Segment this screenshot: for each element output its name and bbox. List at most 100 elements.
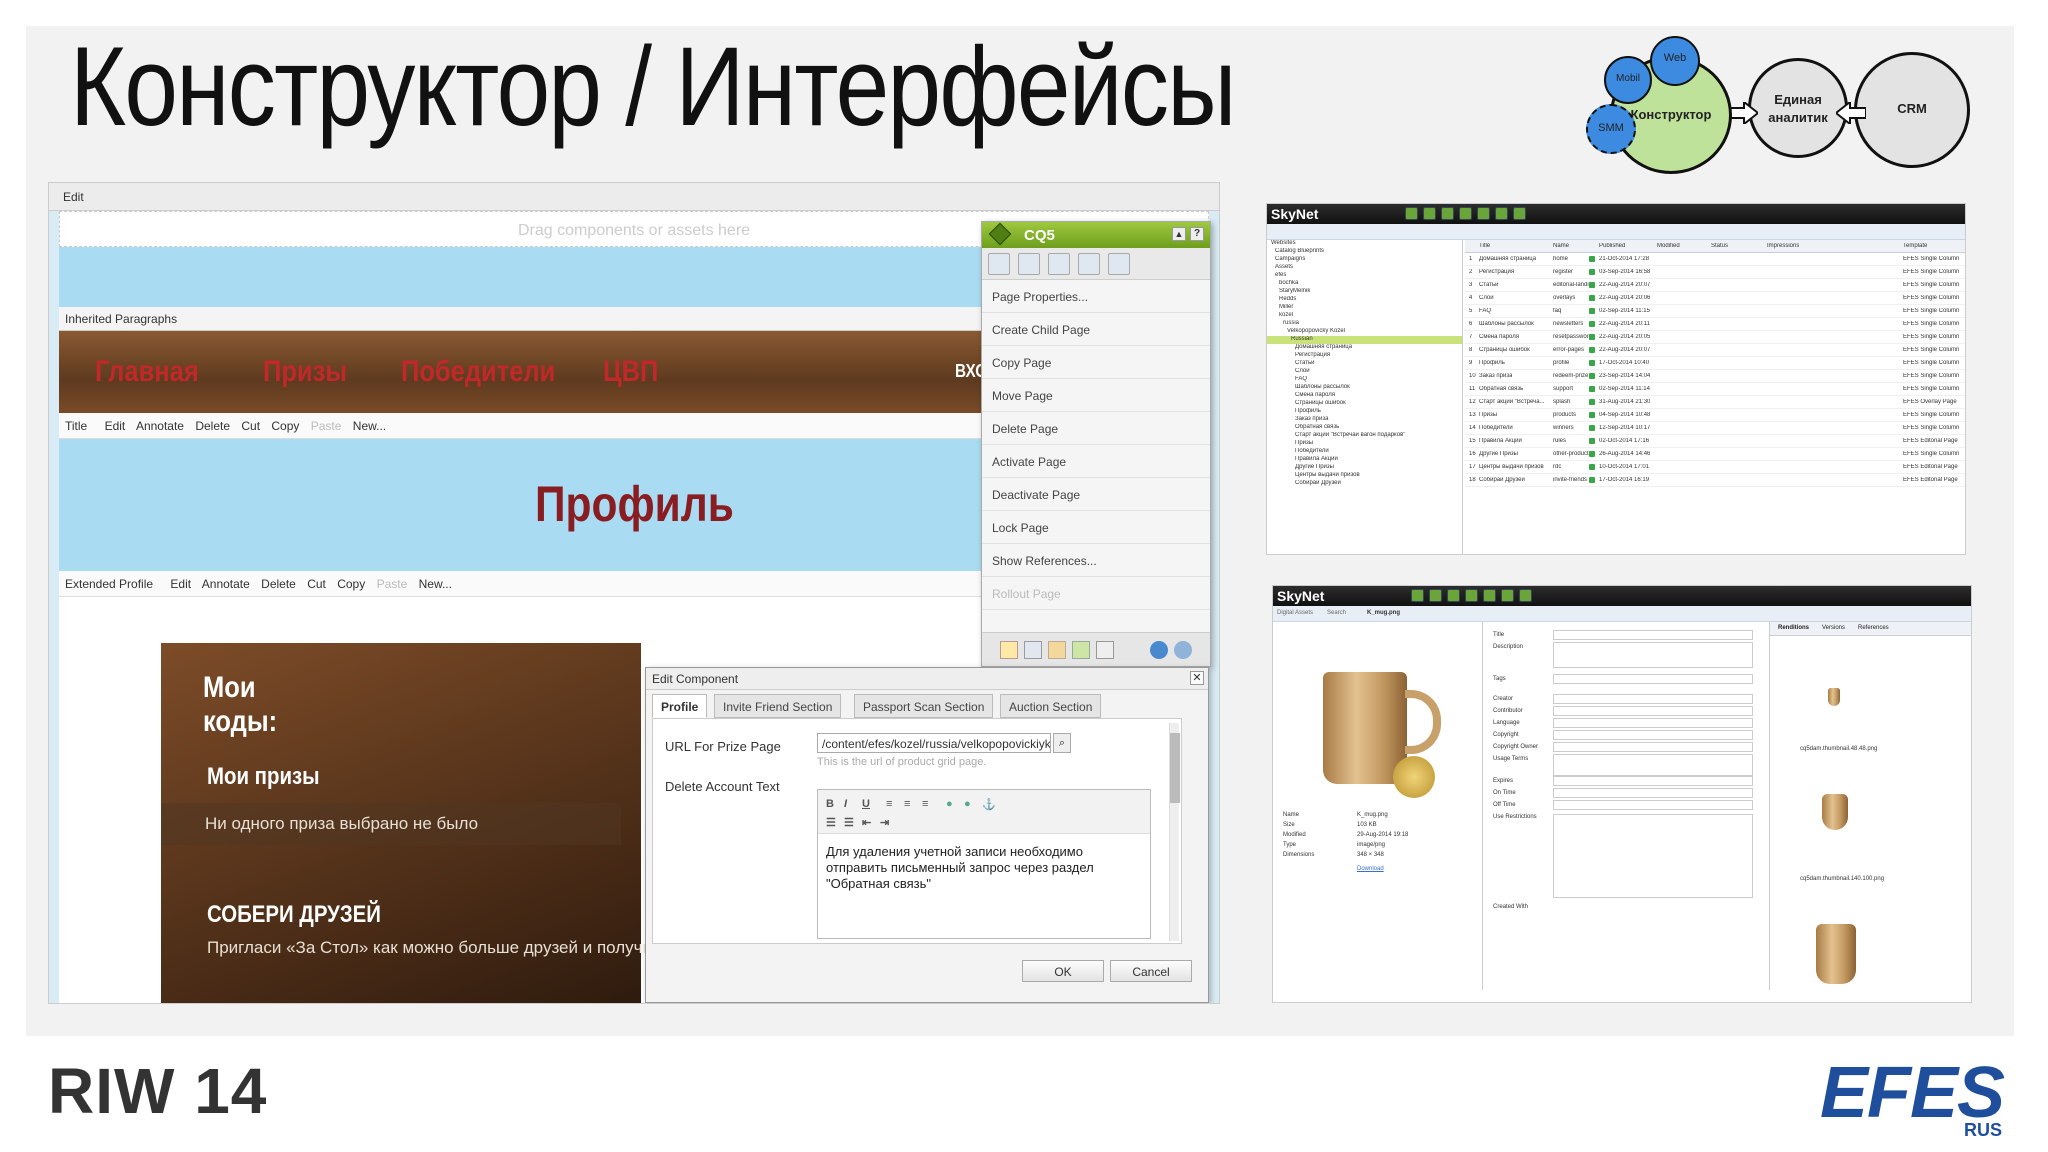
- nav-item-cvp[interactable]: ЦВП: [603, 355, 658, 389]
- table-row[interactable]: 7 Смена пароля resetpassword 22-Aug-2014 20…: [1465, 331, 1965, 344]
- dialog-scrollbar[interactable]: [1169, 723, 1180, 941]
- menu-page-properties[interactable]: Page Properties...: [982, 280, 1210, 313]
- app-icon[interactable]: [1405, 207, 1418, 220]
- toolbar-delete[interactable]: Delete: [195, 419, 230, 433]
- table-row[interactable]: 16 Другие Призы other-products 26-Aug-2014 …: [1465, 448, 1965, 461]
- toolbar-new[interactable]: New...: [419, 577, 452, 591]
- numbered-list-icon[interactable]: ☰: [844, 816, 858, 829]
- outdent-icon[interactable]: ⇤: [862, 816, 876, 829]
- menu-move-page[interactable]: Move Page: [982, 379, 1210, 412]
- table-row[interactable]: 4 Слои overlays 22-Aug-2014 20:06 EFES Singl…: [1465, 292, 1965, 305]
- form-field[interactable]: [1553, 642, 1753, 668]
- form-field[interactable]: [1553, 754, 1753, 776]
- tree-node[interactable]: Статьи: [1267, 360, 1462, 368]
- design-mode-icon[interactable]: [1048, 641, 1066, 659]
- tree-node[interactable]: Слои: [1267, 368, 1462, 376]
- cancel-button[interactable]: Cancel: [1110, 960, 1192, 982]
- column-header[interactable]: Template: [1903, 243, 1927, 249]
- menu-deactivate-page[interactable]: Deactivate Page: [982, 478, 1210, 511]
- app-icon[interactable]: [1429, 589, 1442, 602]
- scrollbar-thumb[interactable]: [1170, 733, 1180, 803]
- underline-icon[interactable]: U: [862, 798, 876, 810]
- menu-copy-page[interactable]: Copy Page: [982, 346, 1210, 379]
- page-icon[interactable]: [1096, 641, 1114, 659]
- table-row[interactable]: 2 Регистрация register 03-Sep-2014 16:58 EFE…: [1465, 266, 1965, 279]
- tree-node[interactable]: Старт акции "Встречай вагон подарков": [1267, 432, 1462, 440]
- tree-node[interactable]: StaryMelnik: [1267, 288, 1462, 296]
- help-icon[interactable]: ?: [1190, 227, 1204, 241]
- toolbar-annotate[interactable]: Annotate: [202, 577, 250, 591]
- tab-profile[interactable]: Profile: [652, 694, 708, 718]
- tree-node[interactable]: Регистрация: [1267, 352, 1462, 360]
- table-row[interactable]: 10 Заказ приза redeem-prize 23-Sep-2014 14:…: [1465, 370, 1965, 383]
- tree-node[interactable]: kozel: [1267, 312, 1462, 320]
- table-row[interactable]: 6 Шаблоны рассылок newsletters 22-Aug-2014 …: [1465, 318, 1965, 331]
- tab-invite-friend[interactable]: Invite Friend Section: [714, 694, 842, 718]
- app-icon[interactable]: [1513, 207, 1526, 220]
- tree-node[interactable]: Websites: [1267, 240, 1462, 248]
- edit-mode-icon[interactable]: [1000, 641, 1018, 659]
- app-icon[interactable]: [1459, 207, 1472, 220]
- column-header[interactable]: Published: [1599, 243, 1625, 249]
- menu-activate-page[interactable]: Activate Page: [982, 445, 1210, 478]
- tab-auction[interactable]: Auction Section: [1000, 694, 1102, 718]
- delete-account-text[interactable]: Для удаления учетной записи необходимо о…: [826, 844, 1146, 892]
- tree-node[interactable]: Обратная связь: [1267, 424, 1462, 432]
- tree-node[interactable]: Assets: [1267, 264, 1462, 272]
- tree-node[interactable]: Победители: [1267, 448, 1462, 456]
- versioning-tab-icon[interactable]: [1078, 253, 1100, 275]
- form-field[interactable]: [1553, 630, 1753, 640]
- toolbar-delete[interactable]: Delete: [261, 577, 296, 591]
- toolbar-paste[interactable]: Paste: [311, 419, 342, 433]
- analytics-icon[interactable]: [1072, 641, 1090, 659]
- app-icon[interactable]: [1495, 207, 1508, 220]
- unlink-icon[interactable]: ●: [964, 798, 978, 810]
- table-row[interactable]: 3 Статьи editorial-landing 22-Aug-2014 20:0…: [1465, 279, 1965, 292]
- rendition-thumb[interactable]: [1818, 790, 1858, 836]
- app-icon[interactable]: [1411, 589, 1424, 602]
- column-header[interactable]: Name: [1553, 243, 1569, 249]
- workflow-tab-icon[interactable]: [1048, 253, 1070, 275]
- globe-icon[interactable]: [1150, 641, 1168, 659]
- table-row[interactable]: 17 Центры выдачи призов rdc 10-Oct-2014 17:…: [1465, 461, 1965, 474]
- rendition-thumb[interactable]: [1810, 918, 1870, 988]
- download-link[interactable]: Download: [1357, 866, 1384, 872]
- tab-renditions[interactable]: Renditions: [1778, 625, 1809, 631]
- close-icon[interactable]: ✕: [1190, 671, 1204, 685]
- menu-create-child-page[interactable]: Create Child Page: [982, 313, 1210, 346]
- app-icon[interactable]: [1441, 207, 1454, 220]
- components-tab-icon[interactable]: [988, 253, 1010, 275]
- toolbar-new[interactable]: New...: [353, 419, 386, 433]
- collapse-icon[interactable]: ▲: [1172, 227, 1186, 241]
- tree-node[interactable]: Призы: [1267, 440, 1462, 448]
- form-field[interactable]: [1553, 718, 1753, 728]
- tree-node[interactable]: Redds: [1267, 296, 1462, 304]
- browse-icon[interactable]: ⌕: [1053, 733, 1071, 753]
- form-field[interactable]: [1553, 730, 1753, 740]
- toolbar-annotate[interactable]: Annotate: [136, 419, 184, 433]
- menu-delete-page[interactable]: Delete Page: [982, 412, 1210, 445]
- form-field[interactable]: [1553, 776, 1753, 786]
- app-icon[interactable]: [1501, 589, 1514, 602]
- form-field[interactable]: [1553, 800, 1753, 810]
- toolbar-copy[interactable]: Copy: [337, 577, 365, 591]
- tree-node[interactable]: Домашняя страница: [1267, 344, 1462, 352]
- tree-node[interactable]: Другие Призы: [1267, 464, 1462, 472]
- table-row[interactable]: 1 Домашняя страница home 21-Oct-2014 17:28 E…: [1465, 253, 1965, 266]
- rendition-thumb[interactable]: [1826, 686, 1846, 710]
- app-icon[interactable]: [1477, 207, 1490, 220]
- tree-node[interactable]: Заказ приза: [1267, 416, 1462, 424]
- refresh-icon[interactable]: [1174, 641, 1192, 659]
- align-center-icon[interactable]: ≡: [904, 798, 918, 810]
- table-row[interactable]: 13 Призы products 04-Sep-2014 10:48 EFES Sin…: [1465, 409, 1965, 422]
- tree-node[interactable]: Правила Акции: [1267, 456, 1462, 464]
- table-row[interactable]: 8 Страницы ошибок error-pages 22-Aug-2014 2…: [1465, 344, 1965, 357]
- align-left-icon[interactable]: ≡: [886, 798, 900, 810]
- bullet-list-icon[interactable]: ☰: [826, 816, 840, 829]
- tree-node[interactable]: efes: [1267, 272, 1462, 280]
- rich-text-editor[interactable]: B I U ≡ ≡ ≡ ● ● ⚓ ☰ ☰ ⇤ ⇥ Для удаления у…: [817, 789, 1151, 939]
- toolbar-copy[interactable]: Copy: [271, 419, 299, 433]
- tree-node[interactable]: russia: [1267, 320, 1462, 328]
- form-field[interactable]: [1553, 788, 1753, 798]
- url-field[interactable]: /content/efes/kozel/russia/velkopopovick…: [817, 733, 1051, 753]
